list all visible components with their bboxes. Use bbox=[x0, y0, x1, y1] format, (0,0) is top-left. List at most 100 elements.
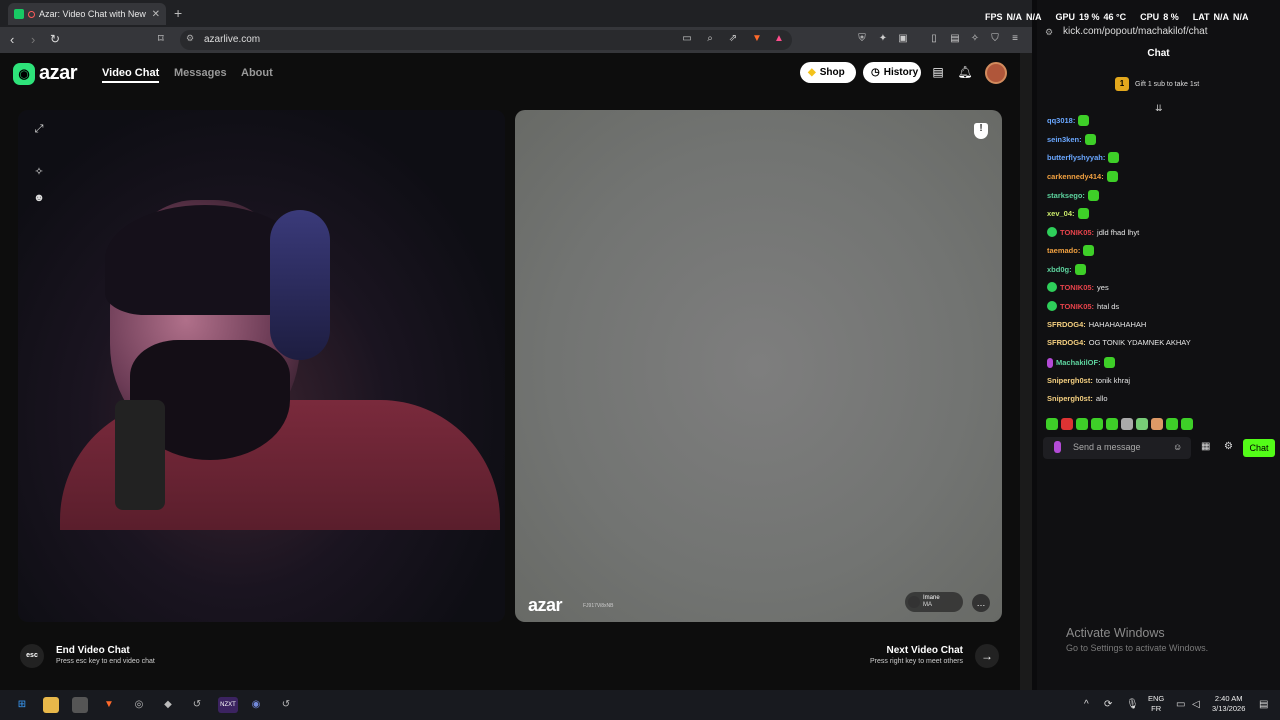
menu-icon[interactable]: ≡ bbox=[1008, 33, 1022, 47]
share-icon[interactable]: ⇗ bbox=[726, 33, 740, 47]
leo-icon[interactable]: ✧ bbox=[968, 33, 982, 47]
history-button[interactable]: ◷ History bbox=[863, 62, 921, 83]
app-icon[interactable]: ↺ bbox=[189, 697, 205, 713]
microphone-icon[interactable]: 🎙︎ bbox=[1126, 699, 1139, 710]
chat-username[interactable]: qq3018: bbox=[1047, 116, 1075, 125]
sidebar-icon[interactable]: ▯ bbox=[927, 33, 941, 47]
chat-username[interactable]: SFRDOG4: bbox=[1047, 320, 1086, 329]
emote-row[interactable] bbox=[1046, 418, 1193, 430]
chat-username[interactable]: TONIK05: bbox=[1060, 302, 1094, 311]
url-input[interactable]: azarlive.com bbox=[180, 30, 792, 50]
brave-browser-icon[interactable]: ▼ bbox=[101, 697, 117, 713]
wallet-icon[interactable]: ▤ bbox=[948, 33, 962, 47]
close-tab-icon[interactable]: ✕ bbox=[152, 9, 160, 20]
tray-expand-icon[interactable]: ^ bbox=[1084, 699, 1089, 710]
chat-message-input[interactable]: Send a message bbox=[1043, 437, 1191, 459]
emote-icon[interactable] bbox=[1076, 418, 1088, 430]
nav-about[interactable]: About bbox=[241, 67, 273, 79]
nav-video-chat[interactable]: Video Chat bbox=[102, 67, 160, 83]
brave-shield-icon[interactable]: ▼ bbox=[750, 33, 764, 47]
gift-icon[interactable]: ▦ bbox=[1201, 441, 1210, 452]
discord-icon[interactable]: ◉ bbox=[248, 697, 264, 713]
chat-username[interactable]: xbd0g: bbox=[1047, 265, 1072, 274]
site-info-icon[interactable]: ⚙ bbox=[1045, 27, 1053, 38]
emote-icon[interactable] bbox=[1106, 418, 1118, 430]
expand-icon[interactable]: ⤢ bbox=[31, 123, 47, 139]
vpn-shield-icon[interactable]: ⛉ bbox=[988, 33, 1002, 47]
message-bubble-icon[interactable]: … bbox=[972, 594, 990, 612]
report-shield-icon[interactable]: ! bbox=[974, 123, 988, 139]
partner-user-chip[interactable]: Imane MA bbox=[905, 592, 963, 612]
emoji-icon[interactable]: ☺ bbox=[1173, 442, 1182, 452]
emote-icon[interactable] bbox=[1046, 418, 1058, 430]
magic-wand-icon[interactable]: ✧ bbox=[31, 165, 47, 181]
chat-username[interactable]: xev_04: bbox=[1047, 209, 1075, 218]
inbox-icon[interactable]: ▤ bbox=[930, 65, 946, 81]
tray-app-icon[interactable]: ⟳ bbox=[1104, 699, 1112, 710]
notification-center-icon[interactable]: ▤ bbox=[1259, 699, 1268, 710]
windows-start-icon[interactable]: ⊞ bbox=[14, 697, 30, 713]
chat-username[interactable]: carkennedy414: bbox=[1047, 172, 1104, 181]
face-filter-icon[interactable]: ☻ bbox=[31, 192, 47, 208]
chat-username[interactable]: starksego: bbox=[1047, 191, 1085, 200]
chat-username[interactable]: TONIK05: bbox=[1060, 228, 1094, 237]
nav-messages[interactable]: Messages bbox=[174, 67, 227, 79]
chat-username[interactable]: sein3ken: bbox=[1047, 135, 1082, 144]
fps-value-2: N/A bbox=[1026, 12, 1042, 22]
emote-icon[interactable] bbox=[1181, 418, 1193, 430]
chat-text: htal ds bbox=[1097, 301, 1120, 311]
scroll-down-icon[interactable]: ⇊ bbox=[1155, 103, 1163, 114]
store-icon[interactable] bbox=[72, 697, 88, 713]
chat-username[interactable]: Snipergh0st: bbox=[1047, 394, 1093, 403]
azar-logo[interactable]: ◉ azar bbox=[13, 62, 78, 85]
chat-username[interactable]: SFRDOG4: bbox=[1047, 338, 1086, 347]
zoom-icon[interactable]: ⌕ bbox=[703, 33, 717, 47]
taskbar-clock[interactable]: 2:40 AM 3/13/2026 bbox=[1212, 694, 1245, 714]
shop-button[interactable]: ◆ Shop bbox=[800, 62, 856, 83]
gpu-label: GPU bbox=[1055, 12, 1076, 22]
next-arrow-button[interactable]: → bbox=[975, 644, 999, 668]
extensions-icon[interactable]: ✦ bbox=[876, 33, 890, 47]
chat-username[interactable]: butterflyshyyah: bbox=[1047, 153, 1105, 162]
file-explorer-icon[interactable] bbox=[43, 697, 59, 713]
brave-rewards-icon[interactable]: ▲ bbox=[772, 33, 786, 47]
send-chat-button[interactable]: Chat bbox=[1243, 439, 1275, 457]
profile-avatar[interactable] bbox=[985, 62, 1007, 84]
app-icon[interactable]: ◆ bbox=[160, 697, 176, 713]
chat-username[interactable]: Snipergh0st: bbox=[1047, 376, 1093, 385]
emote-icon[interactable] bbox=[1166, 418, 1178, 430]
new-tab-button[interactable]: + bbox=[174, 5, 182, 21]
reload-icon[interactable]: ↻ bbox=[50, 32, 60, 46]
emote-icon[interactable] bbox=[1136, 418, 1148, 430]
chat-username[interactable]: TONIK05: bbox=[1060, 283, 1094, 292]
app-icon[interactable]: ◎ bbox=[131, 697, 147, 713]
chat-username[interactable]: taemado: bbox=[1047, 246, 1080, 255]
site-settings-icon[interactable]: ⚙ bbox=[186, 33, 194, 44]
nzxt-icon[interactable]: NZXT bbox=[218, 697, 238, 713]
kick-url[interactable]: kick.com/popout/machakilof/chat bbox=[1063, 26, 1208, 37]
back-icon[interactable]: ‹ bbox=[10, 32, 14, 47]
emote-icon[interactable] bbox=[1061, 418, 1073, 430]
tab-azar[interactable]: Azar: Video Chat with New Pe ✕ bbox=[8, 3, 166, 25]
vpn-icon[interactable]: ⛨ bbox=[855, 33, 869, 47]
notification-bell-icon[interactable]: 🔔︎ bbox=[957, 65, 973, 81]
app-icon[interactable]: ↺ bbox=[278, 697, 294, 713]
emote-icon[interactable] bbox=[1091, 418, 1103, 430]
chat-settings-icon[interactable]: ⚙ bbox=[1224, 441, 1233, 452]
emote-icon[interactable] bbox=[1151, 418, 1163, 430]
emote-icon[interactable] bbox=[1121, 418, 1133, 430]
chat-username[interactable]: MachakilOF: bbox=[1056, 358, 1101, 367]
network-icon[interactable]: ▭ bbox=[1176, 699, 1185, 710]
chat-message: starksego: bbox=[1047, 190, 1099, 201]
volume-icon[interactable]: ◁ bbox=[1192, 699, 1200, 710]
bookmark-icon[interactable]: ⌑ bbox=[158, 32, 164, 45]
page-scrollbar[interactable] bbox=[1020, 53, 1032, 690]
screenshot-icon[interactable]: ▣ bbox=[896, 33, 910, 47]
end-video-chat-title: End Video Chat bbox=[56, 645, 130, 656]
gift-sub-banner[interactable]: 1 Gift 1 sub to take 1st bbox=[1115, 77, 1199, 91]
esc-button[interactable]: esc bbox=[20, 644, 44, 668]
language-indicator[interactable]: ENG FR bbox=[1148, 694, 1164, 714]
forward-icon[interactable]: › bbox=[31, 32, 35, 47]
gem-icon: ◆ bbox=[808, 67, 816, 78]
cast-icon[interactable]: ▭ bbox=[680, 33, 694, 47]
